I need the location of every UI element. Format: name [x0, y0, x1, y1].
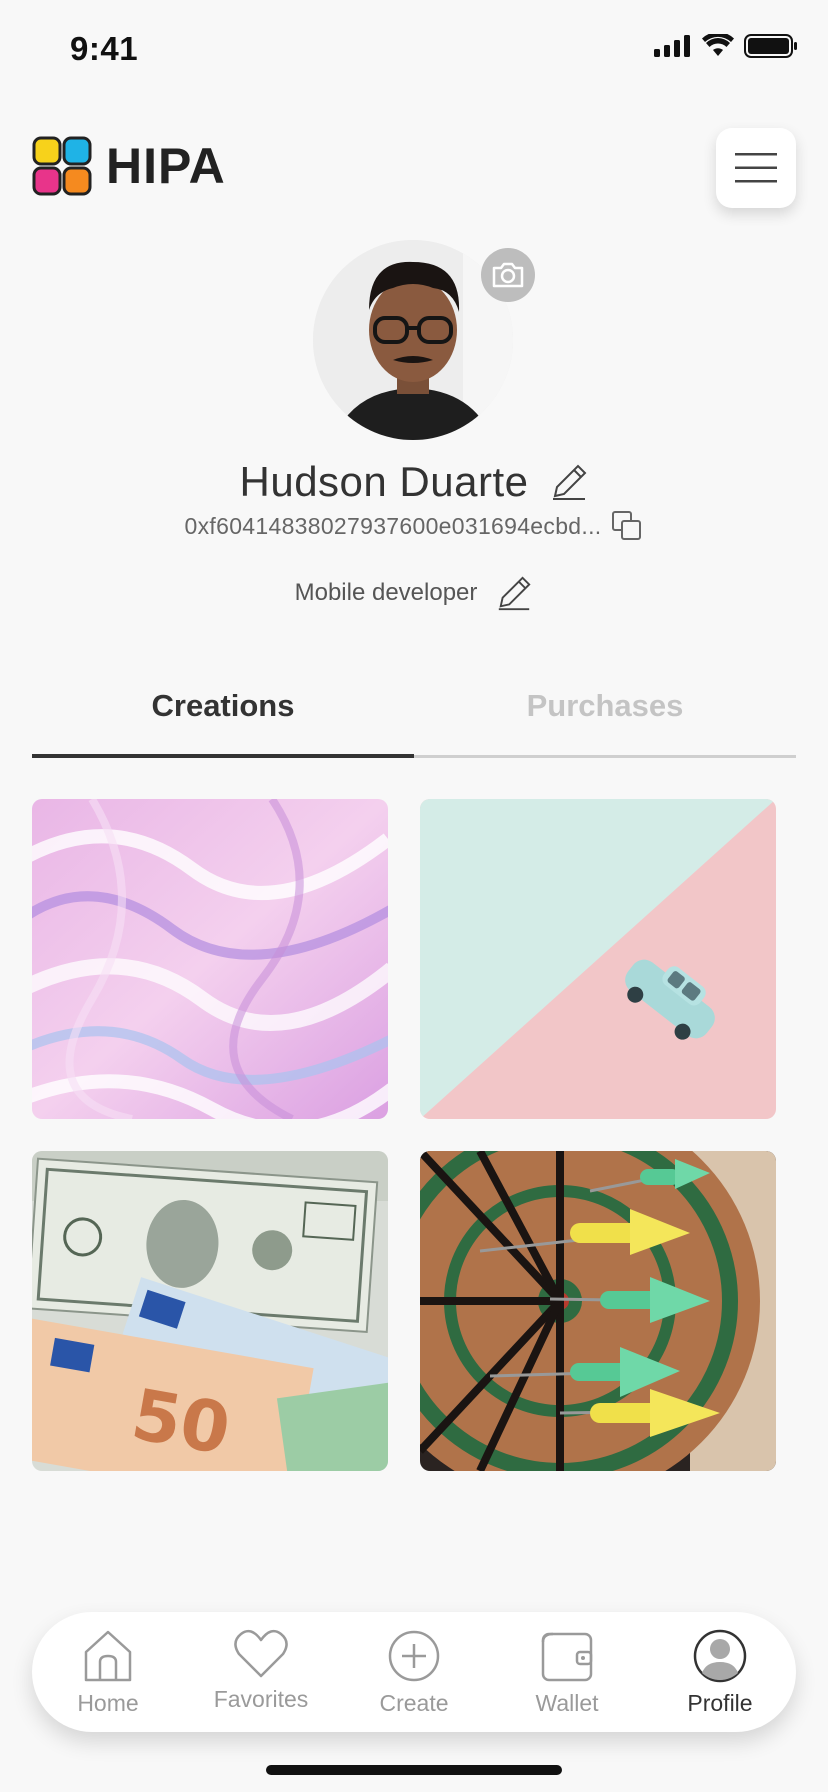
nav-label-profile: Profile: [687, 1690, 753, 1716]
logo-icon: [32, 136, 92, 196]
camera-icon: [492, 262, 524, 288]
app-logo: HIPA: [32, 136, 226, 196]
status-time: 9:41: [70, 30, 139, 67]
nav-label-favorites: Favorites: [213, 1686, 309, 1712]
nav-label-create: Create: [379, 1690, 449, 1716]
money-bills-image: 50: [32, 1151, 388, 1471]
gallery-item-darts[interactable]: [420, 1151, 776, 1471]
plus-circle-icon: [388, 1630, 440, 1682]
svg-text:50: 50: [126, 1373, 236, 1471]
edit-name-icon[interactable]: [549, 462, 589, 502]
toy-car-image: [420, 799, 776, 1119]
logo-text: HIPA: [106, 138, 226, 194]
tab-creations[interactable]: Creations: [32, 688, 414, 724]
wallet-icon: [541, 1632, 593, 1682]
tab-indicator-active: [32, 754, 414, 758]
wallet-address: 0xf60414838027937600e031694ecbd...: [184, 512, 602, 539]
profile-icon: [693, 1629, 747, 1683]
nav-profile[interactable]: Profile: [660, 1628, 780, 1717]
tab-purchases[interactable]: Purchases: [414, 688, 796, 724]
bottom-nav: Home Favorites Create Wallet Profile: [32, 1612, 796, 1732]
profile-name-row: Hudson Duarte: [0, 458, 828, 506]
nav-create[interactable]: Create: [354, 1628, 474, 1717]
status-icons: [654, 34, 798, 58]
menu-button[interactable]: [716, 128, 796, 208]
change-photo-button[interactable]: [481, 248, 535, 302]
wifi-icon: [702, 34, 734, 56]
pastel-swirl-image: [32, 799, 388, 1119]
gallery-item-toy-car[interactable]: [420, 799, 776, 1119]
bio-row: Mobile developer: [0, 574, 828, 612]
gallery-item-pastel-swirl[interactable]: [32, 799, 388, 1119]
tab-indicator-inactive: [414, 755, 796, 758]
nav-label-wallet: Wallet: [535, 1690, 599, 1716]
home-indicator[interactable]: [266, 1765, 562, 1775]
battery-icon: [744, 34, 797, 58]
copy-icon[interactable]: [611, 510, 643, 542]
profile-bio: Mobile developer: [294, 579, 478, 606]
hamburger-icon: [735, 153, 777, 183]
gallery-item-money[interactable]: 50: [32, 1151, 388, 1471]
nav-favorites[interactable]: Favorites: [201, 1628, 321, 1713]
signal-icon: [654, 35, 690, 57]
heart-icon: [234, 1629, 288, 1678]
edit-bio-icon[interactable]: [495, 574, 533, 612]
nav-home[interactable]: Home: [48, 1628, 168, 1717]
home-icon: [84, 1630, 132, 1682]
wallet-address-row: 0xf60414838027937600e031694ecbd...: [0, 510, 828, 542]
nav-label-home: Home: [77, 1690, 139, 1716]
nav-wallet[interactable]: Wallet: [507, 1628, 627, 1717]
darts-board-image: [420, 1151, 776, 1471]
profile-name: Hudson Duarte: [239, 458, 529, 505]
